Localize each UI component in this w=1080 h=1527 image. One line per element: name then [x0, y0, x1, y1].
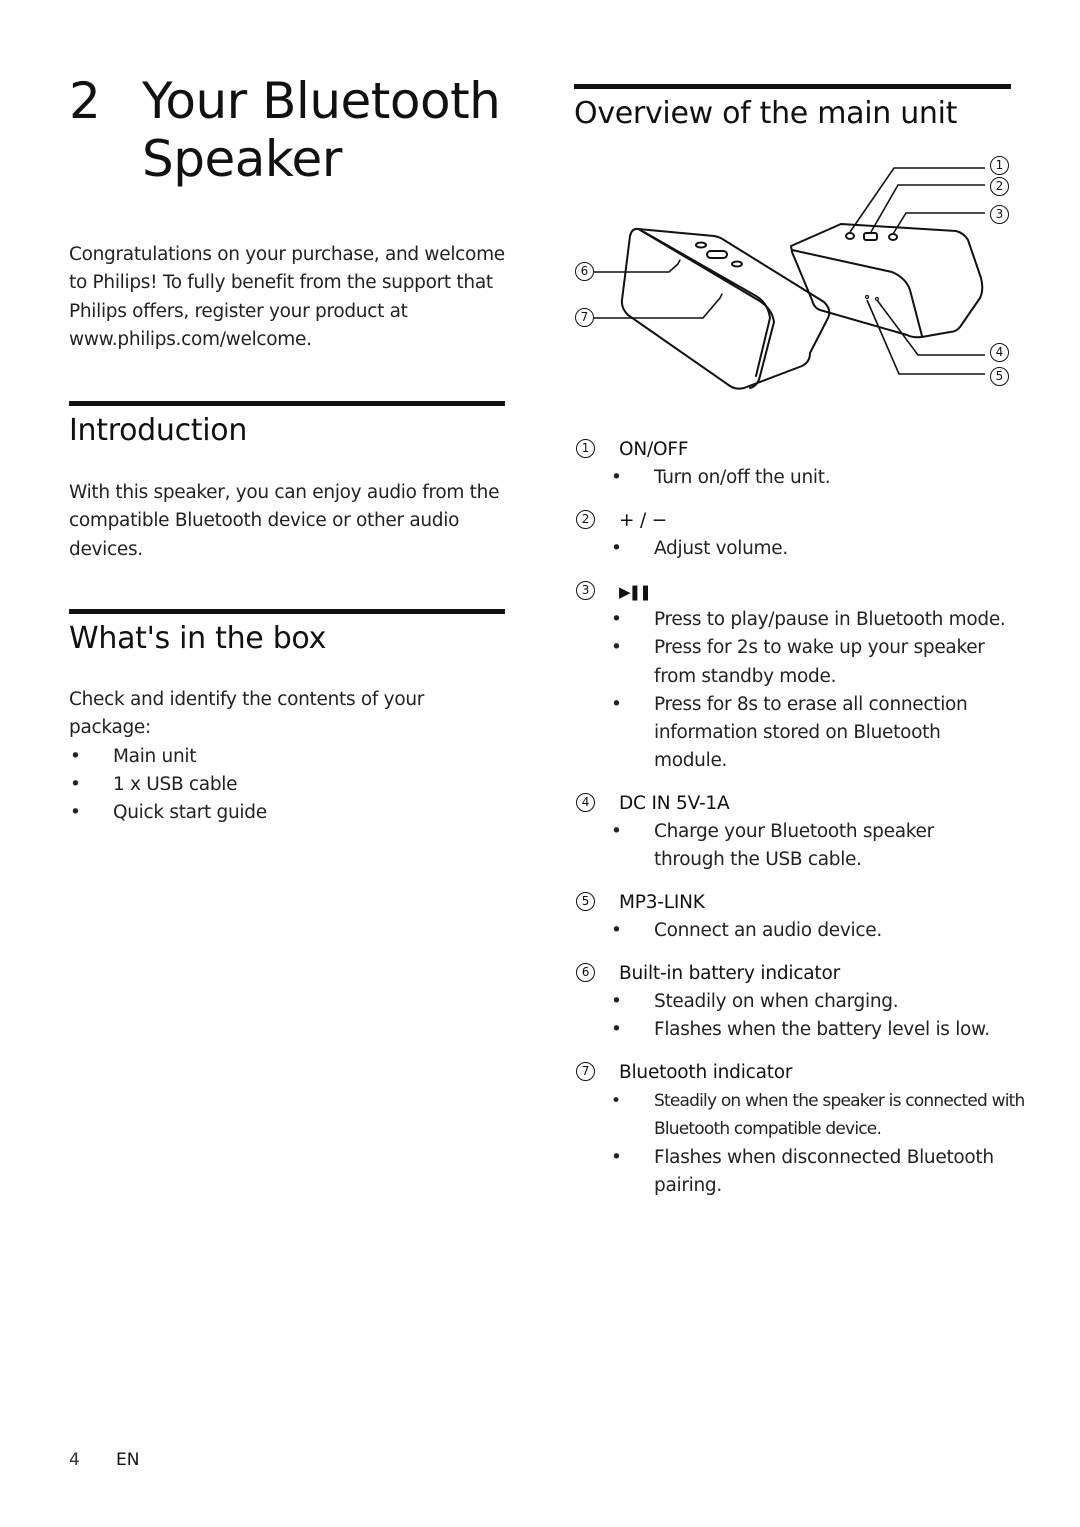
- section-divider: [69, 401, 505, 406]
- item-number-badge: 2: [576, 510, 595, 529]
- item-label: Built-in battery indicator: [619, 963, 841, 984]
- item-bullets: Connect an audio device.: [610, 917, 1034, 946]
- list-item: 1 x USB cable: [69, 771, 509, 800]
- callout-3: 3: [990, 205, 1009, 224]
- item-bullets: Steadily on when charging. Flashes when …: [610, 988, 1030, 1045]
- section-divider: [574, 84, 1011, 89]
- item-label: + / −: [619, 510, 667, 531]
- item-number-badge: 6: [576, 963, 595, 982]
- whats-in-box-heading: What's in the box: [69, 621, 327, 656]
- overview-item-dc-in: 4 DC IN 5V-1A Charge your Bluetooth spea…: [574, 790, 1034, 875]
- list-item: Connect an audio device.: [610, 917, 1034, 946]
- introduction-heading: Introduction: [69, 413, 248, 448]
- list-item: Main unit: [69, 743, 509, 772]
- item-number-badge: 4: [576, 793, 595, 812]
- overview-item-battery-indicator: 6 Built-in battery indicator Steadily on…: [574, 960, 1034, 1045]
- overview-item-bluetooth-indicator: 7 Bluetooth indicator Steadily on when t…: [574, 1059, 1034, 1200]
- overview-item-on-off: 1 ON/OFF Turn on/off the unit.: [574, 436, 1034, 493]
- callout-2: 2: [990, 177, 1009, 196]
- item-number-badge: 5: [576, 892, 595, 911]
- page-number: 4: [69, 1450, 80, 1470]
- overview-item-volume: 2 + / − Adjust volume.: [574, 507, 1034, 564]
- list-item: Steadily on when charging.: [610, 988, 1030, 1017]
- callout-6: 6: [575, 262, 594, 281]
- item-number-badge: 3: [576, 581, 595, 600]
- list-item: Press to play/pause in Bluetooth mode.: [610, 606, 1030, 635]
- item-number-badge: 7: [576, 1062, 595, 1081]
- list-item: Charge your Bluetooth speaker through th…: [610, 818, 950, 875]
- list-item: Press for 2s to wake up your speaker fro…: [610, 634, 994, 691]
- list-item: Adjust volume.: [610, 535, 1034, 564]
- item-bullets: Steadily on when the speaker is connecte…: [610, 1087, 1030, 1200]
- overview-heading: Overview of the main unit: [574, 96, 958, 131]
- item-label: DC IN 5V-1A: [619, 793, 730, 814]
- overview-item-play-pause: 3 ▶❚❚ Press to play/pause in Bluetooth m…: [574, 578, 1034, 776]
- language-code: EN: [116, 1450, 140, 1470]
- overview-item-mp3-link: 5 MP3-LINK Connect an audio device.: [574, 889, 1034, 946]
- list-item: Flashes when the battery level is low.: [610, 1016, 1030, 1045]
- speaker-diagram: 1 2 3 4 5 6 7: [560, 140, 1020, 400]
- item-number-badge: 1: [576, 439, 595, 458]
- callout-7: 7: [575, 308, 594, 327]
- chapter-number: 2: [69, 72, 101, 130]
- list-item: Quick start guide: [69, 799, 509, 828]
- item-bullets: Turn on/off the unit.: [610, 464, 1034, 493]
- callout-5: 5: [990, 367, 1009, 386]
- item-bullets: Adjust volume.: [610, 535, 1034, 564]
- item-label: MP3-LINK: [619, 892, 705, 913]
- whats-in-box-paragraph: Check and identify the contents of your …: [69, 689, 425, 739]
- box-contents-list: Main unit 1 x USB cable Quick start guid…: [69, 743, 509, 828]
- list-item: Steadily on when the speaker is connecte…: [610, 1087, 1030, 1144]
- list-item: Press for 8s to erase all connection inf…: [610, 691, 974, 776]
- item-label: ON/OFF: [619, 439, 689, 460]
- chapter-title-text: Your Bluetooth Speaker: [142, 72, 501, 188]
- callout-1: 1: [990, 156, 1009, 175]
- item-label: Bluetooth indicator: [619, 1062, 793, 1083]
- play-pause-icon: ▶❚❚: [619, 583, 652, 601]
- introduction-paragraph: With this speaker, you can enjoy audio f…: [69, 482, 500, 560]
- section-divider: [69, 609, 505, 614]
- speaker-illustration: [594, 167, 985, 390]
- list-item: Flashes when disconnected Bluetooth pair…: [610, 1144, 1014, 1201]
- list-item: Turn on/off the unit.: [610, 464, 1034, 493]
- item-bullets: Press to play/pause in Bluetooth mode. P…: [610, 606, 1030, 776]
- chapter-intro-paragraph: Congratulations on your purchase, and we…: [69, 244, 505, 350]
- item-bullets: Charge your Bluetooth speaker through th…: [610, 818, 950, 875]
- whats-in-box-content: Check and identify the contents of your …: [69, 686, 509, 828]
- callout-4: 4: [990, 343, 1009, 362]
